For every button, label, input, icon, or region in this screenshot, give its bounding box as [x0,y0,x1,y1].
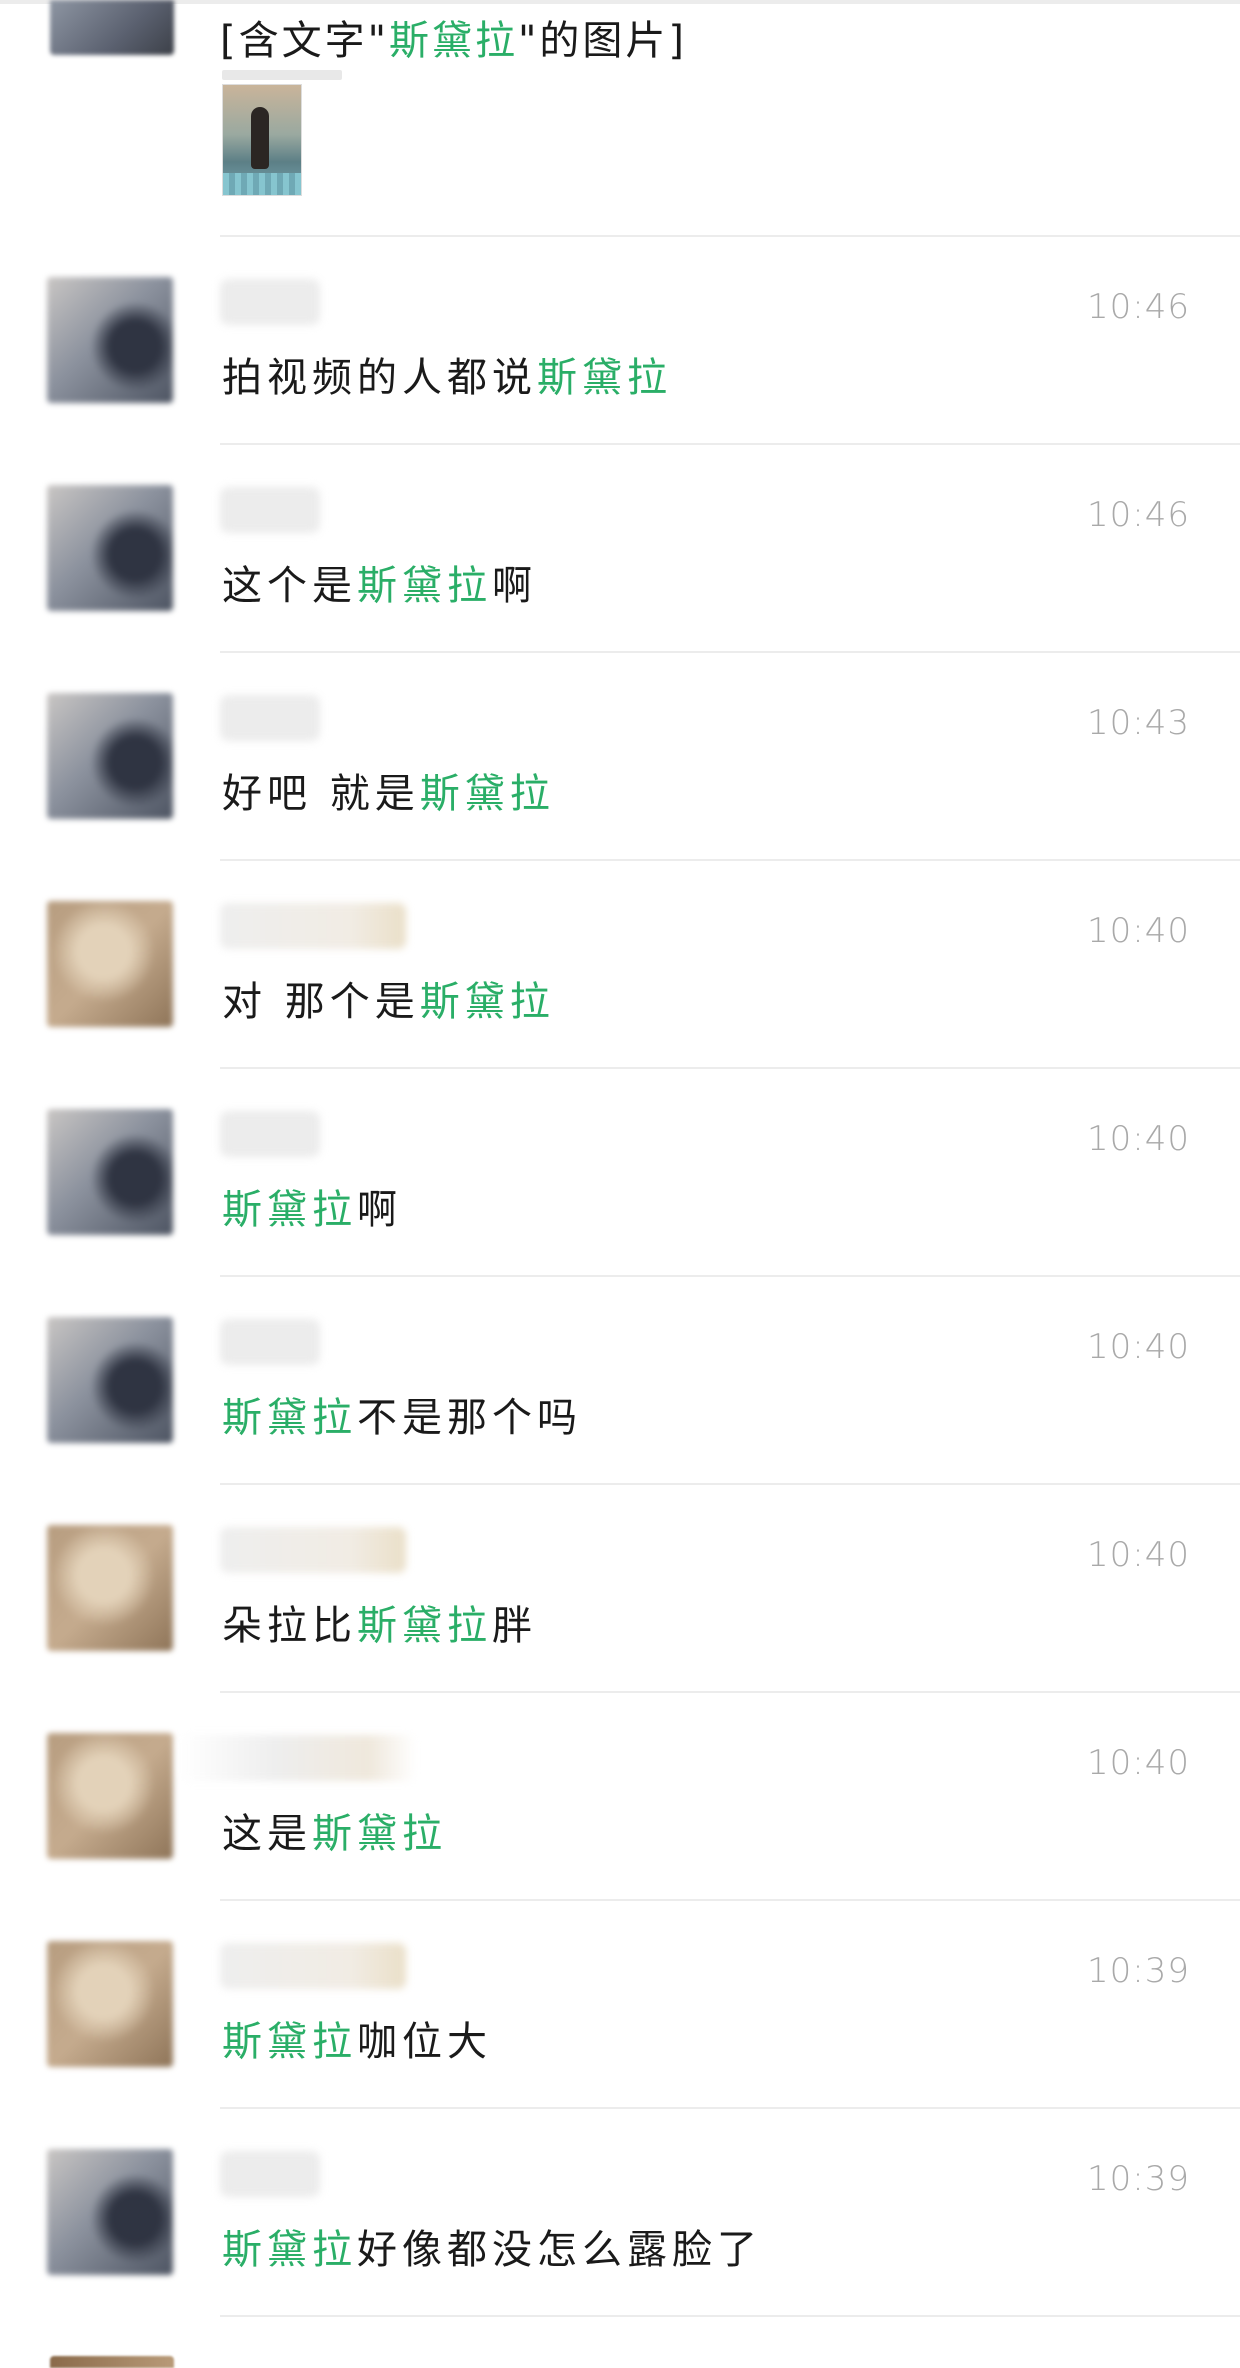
floor-stripe [223,173,301,195]
keyword-highlight: 斯黛拉 [357,563,492,609]
sender-name-blurred [220,487,320,533]
avatar[interactable] [47,1525,173,1651]
result-message: 对 那个是斯黛拉 [222,969,555,1027]
keyword-highlight: 斯黛拉 [222,2227,357,2273]
result-message: 斯黛拉不是那个吗 [222,1385,582,1443]
avatar[interactable] [47,1733,173,1859]
image-thumbnail[interactable] [222,84,302,196]
message-time: 10:40 [1087,1119,1190,1159]
message-time: 10:40 [1087,1535,1190,1575]
message-time: 10:40 [1087,1327,1190,1367]
keyword-highlight: 斯黛拉 [419,771,555,817]
keyword-highlight: 斯黛拉 [357,1603,492,1649]
search-result-item[interactable]: 10:40 朵拉比斯黛拉胖 [0,1485,1240,1693]
message-text: 拍视频的人都说 [222,355,537,401]
message-time: 10:39 [1087,2159,1190,2199]
result-message: 斯黛拉啊 [222,1177,402,1235]
message-text: 朵拉比 [222,1603,357,1649]
divider [220,2315,1240,2317]
result-message: 拍视频的人都说斯黛拉 [222,345,672,403]
keyword-highlight: 斯黛拉 [222,1187,357,1233]
message-text: 对 那个是 [222,979,420,1025]
keyword-highlight: 斯黛拉 [419,979,555,1025]
message-time: 10:46 [1087,287,1190,327]
message-text: 胖 [492,1603,537,1649]
sender-name-blurred [180,1735,416,1781]
sender-name-blurred [220,903,406,949]
keyword-highlight: 斯黛拉 [312,1811,447,1857]
message-text: 这个是 [222,563,357,609]
result-message: 斯黛拉咖位大 [222,2009,492,2067]
search-result-item[interactable]: 10:40 斯黛拉啊 [0,1069,1240,1277]
keyword-highlight: 斯黛拉 [537,355,672,401]
avatar[interactable] [47,485,173,611]
avatar[interactable] [47,277,173,403]
result-message: 好吧 就是斯黛拉 [222,761,555,819]
search-result-item[interactable]: 10:46 拍视频的人都说斯黛拉 [0,237,1240,445]
avatar[interactable] [47,2149,173,2275]
search-result-item[interactable]: 10:46 这个是斯黛拉啊 [0,445,1240,653]
avatar[interactable] [47,901,173,1027]
message-text: 好吧 就是 [222,771,420,817]
message-text: 啊 [357,1187,402,1233]
message-text: 这是 [222,1811,312,1857]
result-message: [含文字"斯黛拉"的图片] [220,8,687,66]
search-result-item[interactable]: [含文字"斯黛拉"的图片] [0,0,1240,237]
message-text: 啊 [492,563,537,609]
avatar[interactable] [47,1941,173,2067]
sender-name-blurred [220,279,320,325]
keyword-highlight: 斯黛拉 [222,1395,357,1441]
result-message: 这是斯黛拉 [222,1801,447,1859]
image-caption-blur [222,70,342,80]
search-result-item[interactable]: 10:40 斯黛拉不是那个吗 [0,1277,1240,1485]
message-text: 咖位大 [357,2019,492,2065]
message-text: 好像都没怎么露脸了 [357,2227,762,2273]
keyword-highlight: 斯黛拉 [389,18,519,64]
avatar[interactable] [50,2356,174,2368]
avatar[interactable] [50,0,174,55]
search-result-item[interactable]: 10:43 好吧 就是斯黛拉 [0,653,1240,861]
message-time: 10:39 [1087,1951,1190,1991]
message-prefix: [含文字" [220,18,390,64]
sender-name-blurred [220,2151,320,2197]
result-message: 朵拉比斯黛拉胖 [222,1593,537,1651]
message-text: 不是那个吗 [357,1395,582,1441]
search-results-list: 10:46 拍视频的人都说斯黛拉 10:46 这个是斯黛拉啊 10:43 好吧 … [0,237,1240,2317]
keyword-highlight: 斯黛拉 [222,2019,357,2065]
result-message: 斯黛拉好像都没怎么露脸了 [222,2217,762,2275]
message-time: 10:46 [1087,495,1190,535]
sender-name-blurred [220,1319,320,1365]
search-result-item[interactable]: 10:39 斯黛拉好像都没怎么露脸了 [0,2109,1240,2317]
avatar[interactable] [47,1317,173,1443]
message-time: 10:43 [1087,703,1190,743]
avatar[interactable] [47,693,173,819]
search-result-item[interactable]: 10:39 斯黛拉咖位大 [0,1901,1240,2109]
message-suffix: "的图片] [518,18,688,64]
avatar[interactable] [47,1109,173,1235]
person-figure [251,107,269,169]
sender-name-blurred [220,1943,406,1989]
sender-name-blurred [220,695,320,741]
search-result-item[interactable]: 10:40 对 那个是斯黛拉 [0,861,1240,1069]
message-time: 10:40 [1087,911,1190,951]
result-message: 这个是斯黛拉啊 [222,553,537,611]
sender-name-blurred [220,1527,406,1573]
message-time: 10:40 [1087,1743,1190,1783]
search-result-item[interactable]: 10:40 这是斯黛拉 [0,1693,1240,1901]
sender-name-blurred [220,1111,320,1157]
